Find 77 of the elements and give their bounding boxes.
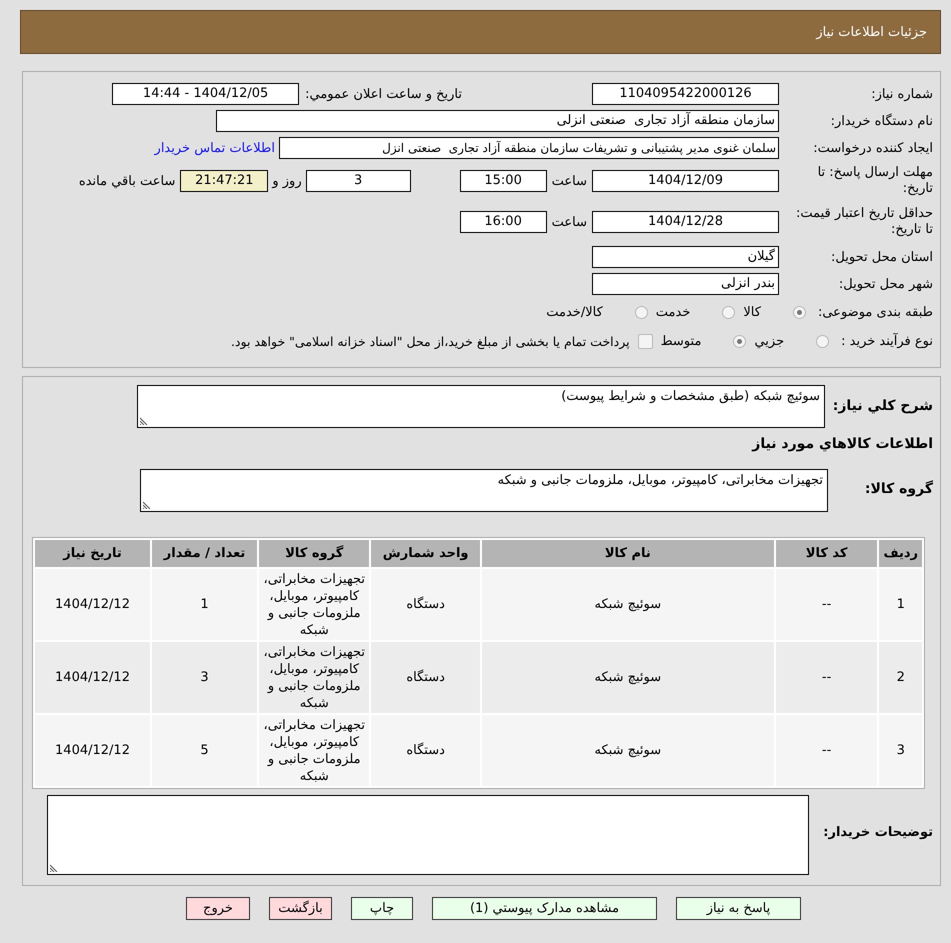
exit-button[interactable]: خروج bbox=[186, 897, 250, 920]
table-cell: -- bbox=[776, 569, 878, 640]
column-header: گروه کالا bbox=[259, 540, 370, 567]
field-label: توضیحات خریدار: bbox=[822, 825, 933, 840]
field-label: شرح کلي نیاز: bbox=[832, 398, 933, 414]
resize-grip-icon[interactable] bbox=[50, 864, 58, 872]
description-field[interactable]: سوئیچ شبکه (طبق مشخصات و شرایط پیوست) bbox=[137, 385, 825, 428]
deadline-time-field[interactable]: 15:00 bbox=[460, 170, 547, 192]
reply-button[interactable]: پاسخ به نیاز bbox=[676, 897, 801, 920]
option-label: کالا bbox=[743, 304, 761, 320]
table-cell: دستگاه bbox=[371, 642, 480, 713]
remaining-label: ساعت باقي مانده bbox=[78, 174, 176, 188]
field-label: شهر محل تحویل: bbox=[838, 276, 933, 292]
table-cell: -- bbox=[776, 642, 878, 713]
back-button[interactable]: بازگشت bbox=[269, 897, 332, 920]
time-label: ساعت bbox=[552, 214, 587, 230]
city-field[interactable]: بندر انزلی bbox=[592, 273, 779, 295]
column-header: ردیف bbox=[879, 540, 922, 567]
deadline-date-field[interactable]: 1404/12/09 bbox=[592, 170, 779, 192]
field-label: ایجاد کننده درخواست: bbox=[812, 140, 933, 156]
table-cell: 1404/12/12 bbox=[35, 715, 150, 786]
column-header: واحد شمارش bbox=[371, 540, 480, 567]
time-label: ساعت bbox=[552, 174, 587, 188]
table-cell: سوئیچ شبکه bbox=[482, 642, 774, 713]
print-button[interactable]: چاپ bbox=[351, 897, 413, 920]
option-label: جزيي bbox=[754, 334, 784, 348]
field-label: تاریخ و ساعت اعلان عمومي: bbox=[305, 86, 462, 102]
table-cell: 3 bbox=[152, 642, 258, 713]
field-label: نام دستگاه خریدار: bbox=[830, 114, 933, 128]
field-label: گروه کالا: bbox=[864, 481, 933, 497]
field-label: شماره نیاز: bbox=[870, 86, 933, 102]
table-cell: 1404/12/12 bbox=[35, 642, 150, 713]
section-title: اطلاعات کالاهاي مورد نیاز bbox=[750, 436, 933, 452]
field-label: طبقه بندی موضوعی: bbox=[818, 304, 933, 320]
checkbox-label: پرداخت تمام یا بخشی از مبلغ خرید،از محل "اسناد خزانه اسلامی" خواهد بود. bbox=[230, 334, 630, 348]
field-label: مهلت ارسال پاسخ: تا تاریخ: bbox=[816, 165, 933, 197]
resize-grip-icon[interactable] bbox=[140, 417, 148, 425]
table-cell: سوئیچ شبکه bbox=[482, 569, 774, 640]
remaining-time-field[interactable]: 21:47:21 bbox=[180, 170, 268, 192]
table-cell: 3 bbox=[879, 715, 922, 786]
table-cell: سوئیچ شبکه bbox=[482, 715, 774, 786]
days-field[interactable]: 3 bbox=[306, 170, 411, 192]
attachments-button[interactable]: مشاهده مدارک پیوستي (1) bbox=[432, 897, 657, 920]
option-label: متوسط bbox=[660, 334, 702, 348]
field-label: نوع فرآیند خرید : bbox=[841, 334, 933, 348]
table-cell: تجهیزات مخابراتی، کامپیوتر، موبایل، ملزومات جانبی و شبکه bbox=[259, 569, 370, 640]
contact-link[interactable]: اطلاعات تماس خریدار bbox=[154, 140, 275, 156]
announcement-date-field[interactable]: 1404/12/05 - 14:44 bbox=[112, 83, 300, 105]
table-cell: 1 bbox=[152, 569, 258, 640]
need-number-field[interactable]: 1104095422000126 bbox=[592, 83, 779, 105]
table-cell: 1 bbox=[879, 569, 922, 640]
resize-grip-icon[interactable] bbox=[143, 501, 151, 509]
table-cell: تجهیزات مخابراتی، کامپیوتر، موبایل، ملزومات جانبی و شبکه bbox=[259, 715, 370, 786]
table-cell: 5 bbox=[152, 715, 258, 786]
days-label: روز و bbox=[272, 174, 302, 188]
option-label: کالا/خدمت bbox=[546, 304, 603, 320]
buyer-org-field[interactable]: سازمان منطقه آزاد تجاری صنعتی انزلی bbox=[216, 110, 779, 132]
province-field[interactable]: گیلان bbox=[592, 246, 779, 268]
column-header: کد کالا bbox=[776, 540, 878, 567]
table-cell: دستگاه bbox=[371, 569, 480, 640]
table-cell: 1404/12/12 bbox=[35, 569, 150, 640]
validity-time-field[interactable]: 16:00 bbox=[460, 211, 547, 233]
buyer-notes-field[interactable] bbox=[47, 795, 809, 875]
validity-date-field[interactable]: 1404/12/28 bbox=[592, 211, 779, 233]
page-title: جزئیات اطلاعات نیاز bbox=[816, 24, 927, 40]
requester-field[interactable]: سلمان غنوی مدیر پشتیبانی و تشریفات سازمان منطقه آزاد تجاری صنعتی انزل bbox=[279, 137, 779, 159]
table-cell: -- bbox=[776, 715, 878, 786]
column-header: تعداد / مقدار bbox=[152, 540, 258, 567]
column-header: تاریخ نیاز bbox=[35, 540, 150, 567]
option-label: خدمت bbox=[656, 304, 690, 320]
table-cell: تجهیزات مخابراتی، کامپیوتر، موبایل، ملزومات جانبی و شبکه bbox=[259, 642, 370, 713]
table-cell: دستگاه bbox=[371, 715, 480, 786]
goods-group-field[interactable]: تجهیزات مخابراتی، کامپیوتر، موبایل، ملزومات جانبی و شبکه bbox=[140, 469, 828, 512]
field-label: استان محل تحویل: bbox=[830, 250, 933, 264]
column-header: نام کالا bbox=[482, 540, 774, 567]
table-cell: 2 bbox=[879, 642, 922, 713]
field-label: حداقل تاریخ اعتبار قیمت: تا تاریخ: bbox=[794, 206, 933, 238]
